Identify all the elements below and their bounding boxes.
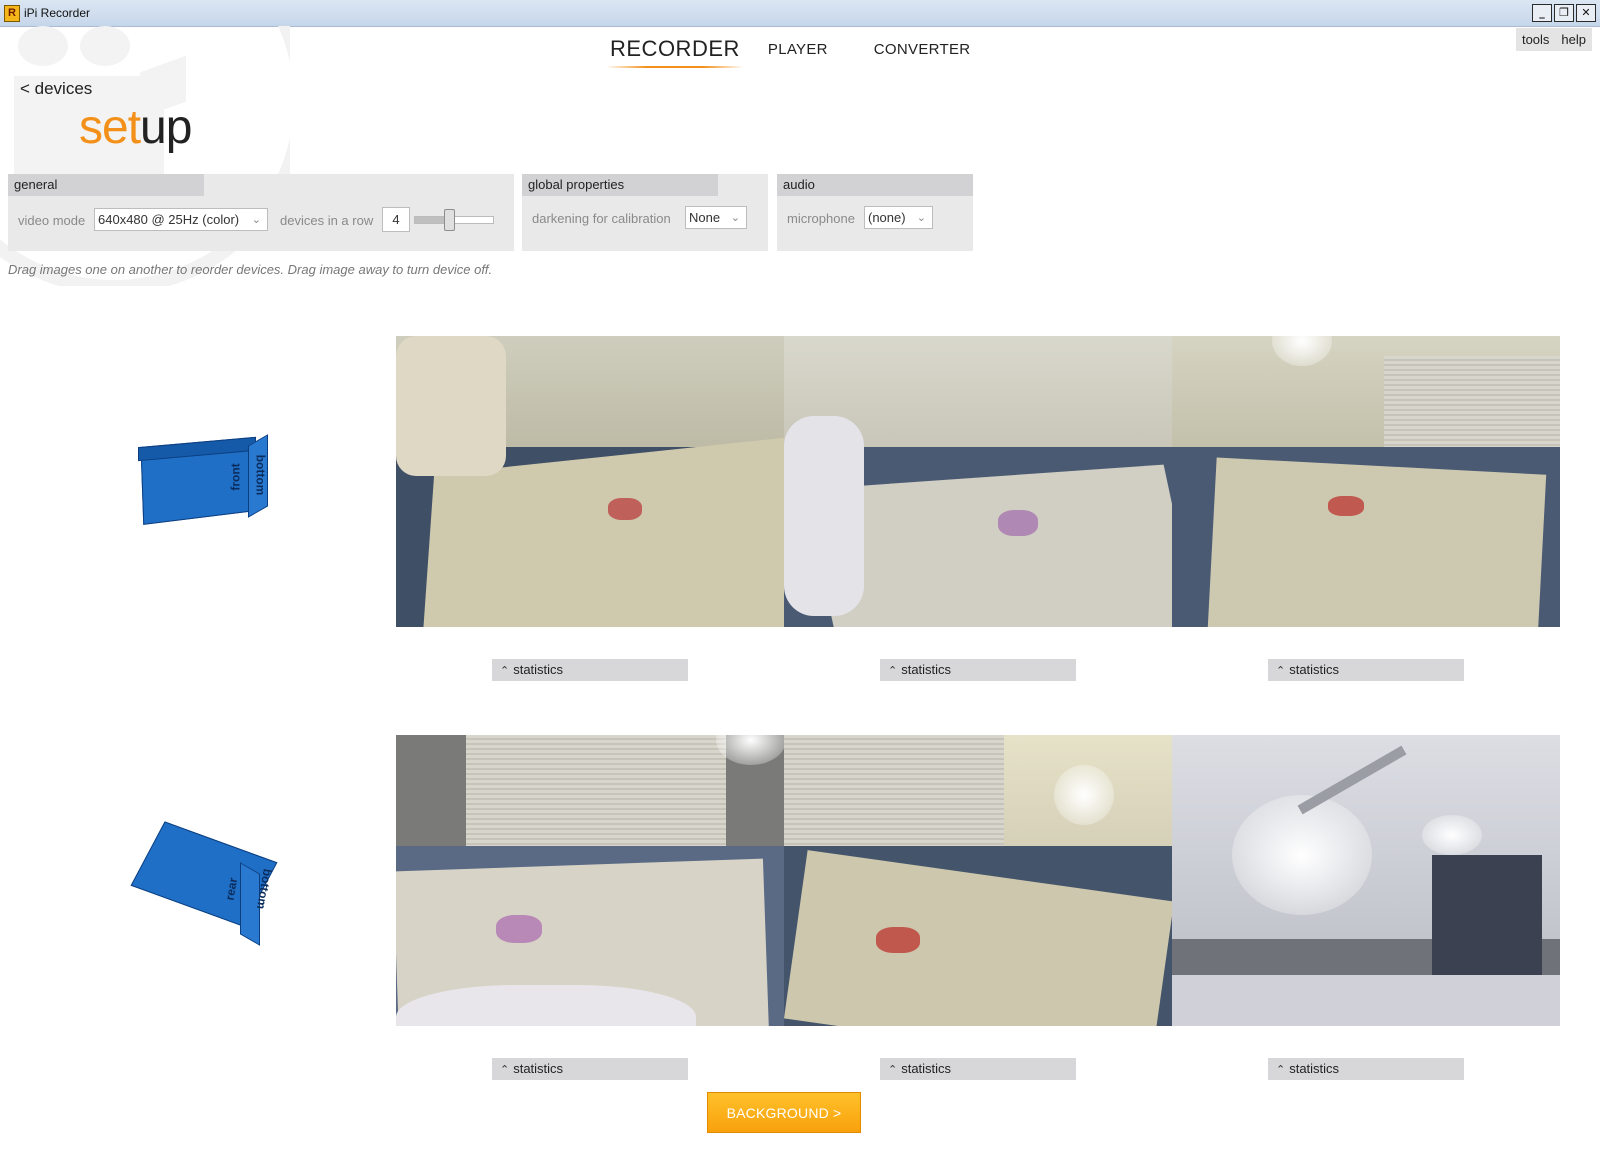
page-title: setup: [79, 100, 192, 155]
chevron-up-icon: ⌃: [888, 1064, 898, 1076]
page-title-rest: up: [140, 101, 192, 154]
main-nav: RECORDER PLAYER CONVERTER: [606, 36, 971, 68]
darkening-label: darkening for calibration: [532, 211, 671, 226]
minimize-button[interactable]: _: [1532, 4, 1552, 22]
statistics-label: statistics: [901, 1061, 952, 1076]
chevron-down-icon: ⌄: [251, 214, 261, 226]
statistics-toggle[interactable]: ⌃ statistics: [492, 1058, 688, 1080]
darkening-select[interactable]: None ⌄: [685, 206, 747, 229]
tab-recorder[interactable]: RECORDER: [606, 36, 744, 68]
statistics-label: statistics: [1289, 1061, 1340, 1076]
camera-view[interactable]: [1172, 336, 1560, 627]
video-mode-select[interactable]: 640x480 @ 25Hz (color) ⌄: [94, 208, 268, 231]
camera-view[interactable]: [784, 735, 1172, 1026]
drag-hint-text: Drag images one on another to reorder de…: [8, 262, 493, 277]
statistics-toggle[interactable]: ⌃ statistics: [1268, 659, 1464, 681]
window-title: iPi Recorder: [24, 6, 91, 20]
help-menu[interactable]: help: [1561, 32, 1586, 47]
general-panel: general video mode 640x480 @ 25Hz (color…: [8, 174, 514, 251]
top-right-menu: tools help: [1515, 28, 1592, 51]
microphone-value: (none): [868, 210, 906, 225]
cube-bottom-label: bottom: [253, 454, 268, 496]
microphone-select[interactable]: (none) ⌄: [864, 206, 933, 229]
device-2-cameras: [396, 735, 1560, 1026]
tools-menu[interactable]: tools: [1522, 32, 1549, 47]
chevron-down-icon: ⌄: [916, 212, 926, 224]
darkening-value: None: [689, 210, 721, 225]
chevron-up-icon: ⌃: [1276, 665, 1286, 677]
global-properties-header: global properties: [522, 174, 718, 196]
statistics-toggle[interactable]: ⌃ statistics: [1268, 1058, 1464, 1080]
page-title-accent: set: [79, 101, 141, 154]
camera-view[interactable]: [396, 336, 784, 627]
devices-in-row-field[interactable]: 4: [382, 207, 410, 232]
app-logo-icon: R: [4, 5, 20, 22]
chevron-up-icon: ⌃: [500, 665, 510, 677]
video-mode-label: video mode: [18, 213, 86, 228]
video-mode-value: 640x480 @ 25Hz (color): [98, 212, 240, 227]
camera-view[interactable]: [1172, 735, 1560, 1026]
cube-front-label: front: [228, 463, 243, 491]
active-tab-indicator: [606, 66, 744, 68]
window-titlebar: R iPi Recorder _ ❐ ✕: [0, 0, 1600, 27]
tab-converter[interactable]: CONVERTER: [874, 41, 971, 58]
chevron-up-icon: ⌃: [500, 1064, 510, 1076]
general-panel-header: general: [8, 174, 204, 196]
statistics-label: statistics: [1289, 662, 1340, 677]
device-1-cameras: [396, 336, 1560, 627]
audio-panel: audio microphone (none) ⌄: [777, 174, 973, 251]
statistics-label: statistics: [901, 662, 952, 677]
chevron-up-icon: ⌃: [888, 665, 898, 677]
camera-view[interactable]: [396, 735, 784, 1026]
chevron-up-icon: ⌃: [1276, 1064, 1286, 1076]
tab-player[interactable]: PLAYER: [768, 41, 828, 58]
background-button[interactable]: BACKGROUND >: [707, 1092, 861, 1133]
statistics-label: statistics: [513, 1061, 564, 1076]
statistics-toggle[interactable]: ⌃ statistics: [492, 659, 688, 681]
close-button[interactable]: ✕: [1576, 4, 1596, 22]
window-controls: _ ❐ ✕: [1532, 4, 1596, 22]
devices-in-row-label: devices in a row: [280, 213, 374, 228]
camera-view[interactable]: [784, 336, 1172, 627]
microphone-label: microphone: [787, 211, 855, 226]
statistics-toggle[interactable]: ⌃ statistics: [880, 1058, 1076, 1080]
statistics-toggle[interactable]: ⌃ statistics: [880, 659, 1076, 681]
tab-recorder-label: RECORDER: [610, 36, 740, 61]
chevron-down-icon: ⌄: [730, 212, 740, 224]
statistics-label: statistics: [513, 662, 564, 677]
restore-button[interactable]: ❐: [1554, 4, 1574, 22]
global-properties-panel: global properties darkening for calibrat…: [522, 174, 768, 251]
slider-thumb[interactable]: [444, 209, 455, 231]
audio-panel-header: audio: [777, 174, 973, 196]
back-to-devices-link[interactable]: < devices: [20, 79, 92, 99]
